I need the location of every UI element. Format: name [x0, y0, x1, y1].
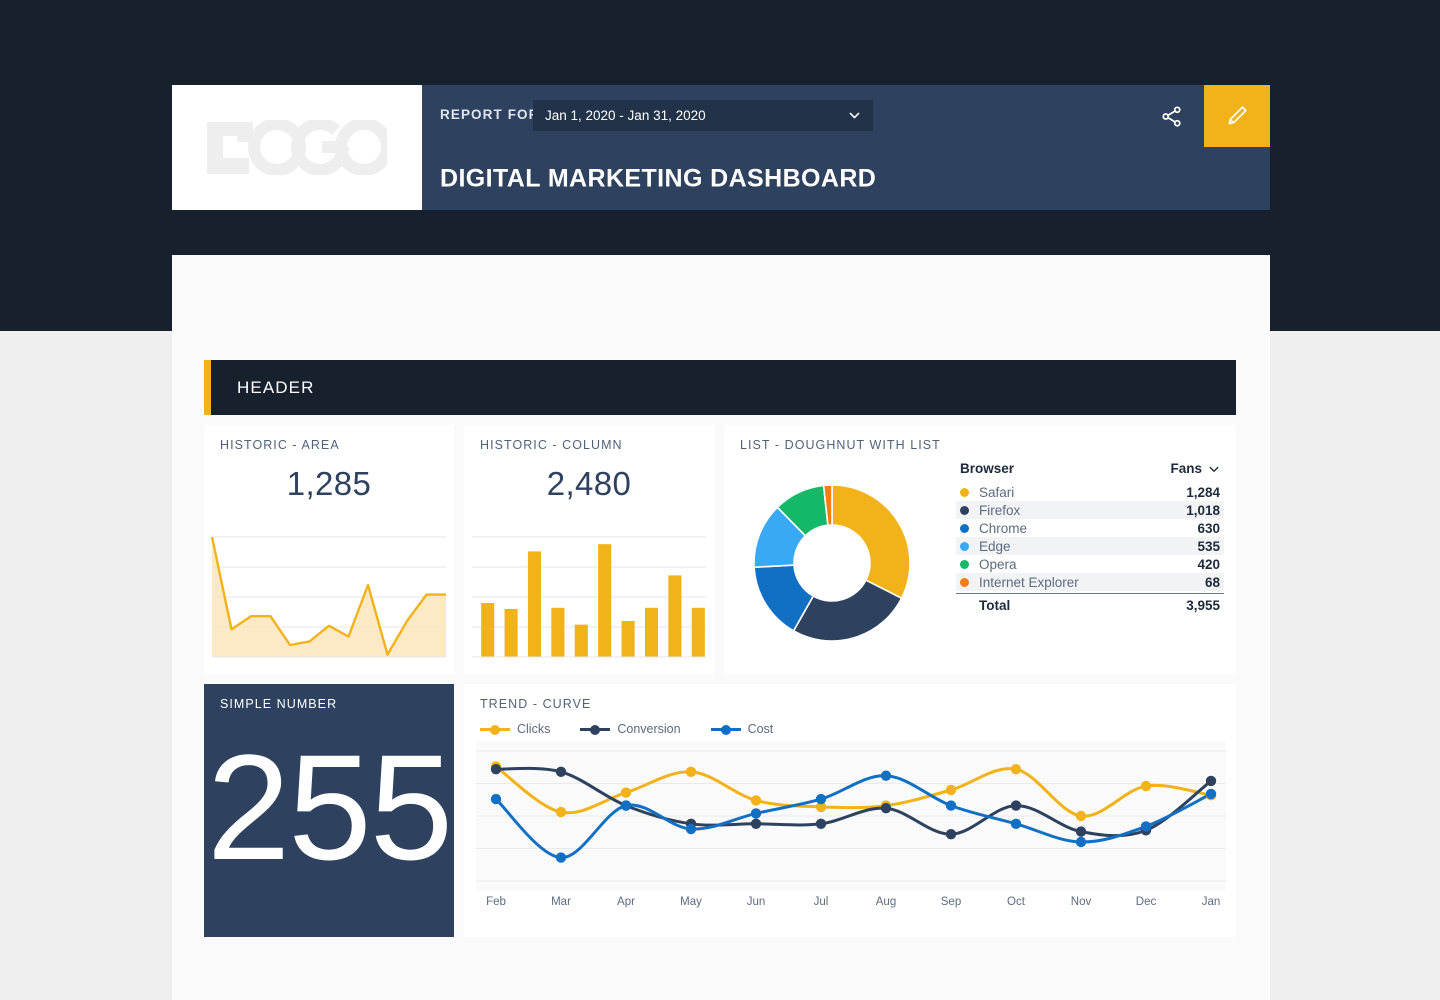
list-item[interactable]: Edge 535 [956, 537, 1224, 555]
list-item-value: 1,018 [1186, 502, 1220, 518]
section-header-label: HEADER [237, 377, 315, 397]
list-item-value: 630 [1197, 520, 1220, 536]
trend-legend: Clicks Conversion Cost [480, 722, 773, 736]
legend-item[interactable]: Cost [710, 722, 774, 736]
column-chart [472, 536, 706, 658]
x-axis-tick: Jun [746, 896, 766, 908]
x-axis-tick: May [680, 896, 702, 908]
legend-dot-icon [960, 577, 969, 587]
legend-dot-icon [960, 559, 969, 569]
card-value: 1,285 [286, 465, 372, 502]
legend-label: Cost [747, 722, 774, 736]
trend-x-axis: Feb Mar Apr May Jun Jul Aug Sep Oct Nov Dec Jan [476, 896, 1226, 920]
logo-icon [207, 120, 387, 175]
list-item-value: 68 [1204, 574, 1220, 590]
list-item-label: Opera [979, 556, 1017, 572]
card-historic-column: HISTORIC - COLUMN 2,480 [464, 425, 714, 674]
page-title: DIGITAL MARKETING DASHBOARD [440, 164, 877, 192]
x-axis-tick: Apr [617, 896, 635, 908]
legend-item[interactable]: Conversion [580, 722, 681, 736]
x-axis-tick: Mar [551, 896, 571, 908]
x-axis-tick: Nov [1070, 896, 1092, 908]
section-header-band: HEADER [204, 360, 1236, 415]
legend-dot-icon [960, 487, 969, 497]
x-axis-tick: Jul [813, 896, 829, 908]
chevron-down-icon [1209, 466, 1219, 472]
legend-dot-icon [960, 541, 969, 551]
card-list-doughnut: LIST - DOUGHNUT WITH LIST Browser Fans S… [724, 425, 1236, 674]
report-for-label: REPORT FOR [440, 107, 540, 122]
x-axis-tick: Jan [1201, 896, 1221, 908]
x-axis-tick: Feb [486, 896, 506, 908]
legend-marker-icon [580, 724, 611, 735]
list-item-value: 535 [1197, 538, 1220, 554]
doughnut-chart [753, 484, 911, 642]
col-fans-label: Fans [1170, 461, 1202, 476]
x-axis-tick: Sep [940, 896, 962, 908]
total-label: Total [979, 597, 1011, 613]
browser-list-header: Browser Fans [956, 461, 1224, 483]
legend-label: Conversion [617, 722, 681, 736]
card-title: HISTORIC - COLUMN [480, 438, 623, 452]
card-title: SIMPLE NUMBER [220, 697, 338, 711]
list-item-label: Internet Explorer [979, 574, 1079, 590]
card-simple-number: SIMPLE NUMBER 255 [204, 684, 454, 937]
col-fans-sort[interactable]: Fans [1170, 461, 1220, 476]
list-item[interactable]: Internet Explorer 68 [956, 573, 1224, 591]
list-item[interactable]: Safari 1,284 [956, 483, 1224, 501]
browser-list-total: Total 3,955 [956, 593, 1224, 614]
legend-marker-icon [480, 724, 510, 735]
total-value: 3,955 [1186, 597, 1220, 613]
doughnut-chart-wrap [734, 471, 949, 661]
list-item[interactable]: Firefox 1,018 [956, 501, 1224, 519]
legend-label: Clicks [517, 722, 551, 736]
edit-button[interactable] [1204, 85, 1270, 147]
x-axis-tick: Dec [1135, 896, 1157, 908]
trend-line-chart [476, 741, 1226, 891]
list-item[interactable]: Opera 420 [956, 555, 1224, 573]
list-item-label: Edge [979, 538, 1011, 554]
card-value: 2,480 [546, 465, 632, 502]
list-item-label: Safari [979, 484, 1015, 500]
card-title: HISTORIC - AREA [220, 438, 340, 452]
list-item-label: Firefox [979, 502, 1021, 518]
x-axis-tick: Aug [875, 896, 897, 908]
share-button[interactable] [1139, 85, 1204, 147]
card-title: TREND - CURVE [480, 697, 592, 711]
legend-dot-icon [960, 505, 969, 515]
card-value: 255 [206, 723, 453, 891]
legend-dot-icon [960, 523, 969, 533]
top-bar-right: REPORT FOR Jan 1, 2020 - Jan 31, 2020 DI… [422, 85, 1270, 210]
chevron-down-icon [849, 112, 860, 119]
legend-item[interactable]: Clicks [480, 722, 550, 736]
share-icon [1162, 105, 1181, 127]
col-browser-label: Browser [960, 461, 1015, 476]
browser-list-rows: Safari 1,284 Firefox 1,018 Chrome 630 Edge 535 O… [956, 483, 1224, 591]
card-historic-area: HISTORIC - AREA 1,285 [204, 425, 454, 674]
list-item[interactable]: Chrome 630 [956, 519, 1224, 537]
list-item-value: 420 [1197, 556, 1220, 572]
date-range-select[interactable]: Jan 1, 2020 - Jan 31, 2020 [533, 100, 873, 131]
pencil-icon [1228, 106, 1247, 125]
title-row: DIGITAL MARKETING DASHBOARD [422, 147, 1270, 210]
card-trend-curve: TREND - CURVE Clicks Conversion Cost Feb Ma… [464, 684, 1236, 937]
date-range-value: Jan 1, 2020 - Jan 31, 2020 [545, 108, 706, 123]
list-item-label: Chrome [979, 520, 1028, 536]
dashboard-root: REPORT FOR Jan 1, 2020 - Jan 31, 2020 DI… [0, 0, 1440, 1000]
report-row: REPORT FOR Jan 1, 2020 - Jan 31, 2020 [422, 85, 1270, 147]
area-chart [210, 536, 446, 658]
logo[interactable] [172, 85, 422, 210]
list-item-value: 1,284 [1186, 484, 1220, 500]
card-title: LIST - DOUGHNUT WITH LIST [740, 438, 941, 452]
legend-marker-icon [710, 724, 741, 735]
x-axis-tick: Oct [1007, 896, 1025, 908]
top-bar: REPORT FOR Jan 1, 2020 - Jan 31, 2020 DI… [172, 85, 1270, 210]
browser-list: Browser Fans Safari 1,284 Firefox 1,018 Chro… [956, 461, 1224, 614]
